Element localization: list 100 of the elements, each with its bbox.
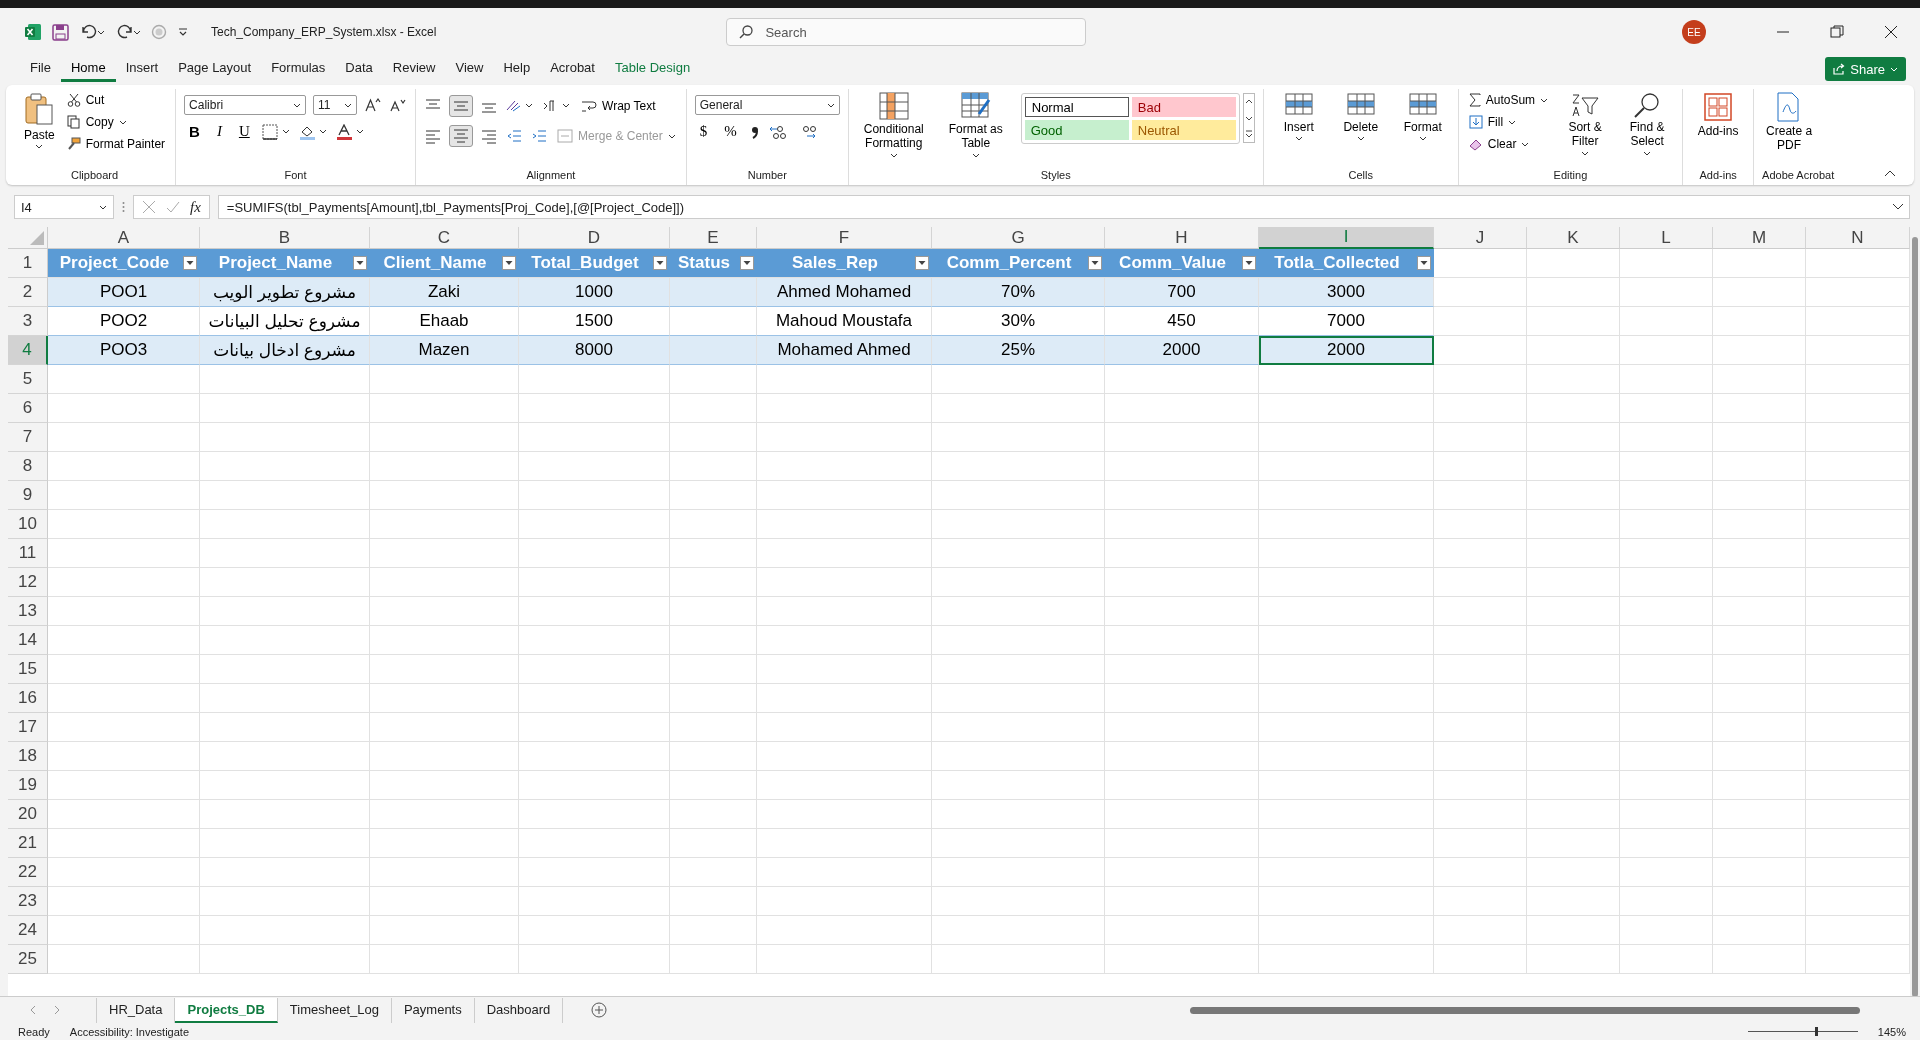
cut-button[interactable]: Cut — [64, 91, 168, 109]
empty-cell[interactable] — [1527, 278, 1620, 307]
expand-formula-icon[interactable] — [1892, 203, 1904, 211]
empty-cell[interactable] — [757, 568, 932, 597]
empty-cell[interactable] — [1713, 365, 1806, 394]
empty-cell[interactable] — [519, 510, 670, 539]
drag-handle-icon[interactable] — [122, 201, 125, 213]
empty-cell[interactable] — [200, 713, 370, 742]
empty-cell[interactable] — [932, 626, 1105, 655]
ribbon-tab[interactable]: Home — [60, 56, 116, 82]
empty-cell[interactable] — [519, 887, 670, 916]
sheet-tab[interactable]: Payments — [391, 997, 475, 1023]
align-left-icon[interactable] — [424, 128, 443, 144]
empty-cell[interactable] — [1434, 539, 1527, 568]
empty-cell[interactable] — [519, 655, 670, 684]
ribbon-tab[interactable]: File — [20, 56, 61, 82]
empty-cell[interactable] — [1434, 510, 1527, 539]
column-header[interactable]: F — [757, 227, 932, 249]
empty-cell[interactable] — [1259, 539, 1434, 568]
increase-indent-icon[interactable] — [530, 128, 549, 144]
empty-cell[interactable] — [670, 423, 757, 452]
empty-cell[interactable] — [1259, 394, 1434, 423]
empty-cell[interactable] — [1527, 307, 1620, 336]
empty-cell[interactable] — [757, 481, 932, 510]
empty-cell[interactable] — [1527, 510, 1620, 539]
empty-cell[interactable] — [200, 394, 370, 423]
empty-cell[interactable] — [1527, 713, 1620, 742]
table-cell[interactable]: 1000 — [519, 278, 670, 307]
empty-cell[interactable] — [1527, 742, 1620, 771]
empty-cell[interactable] — [1620, 858, 1713, 887]
empty-cell[interactable] — [1259, 800, 1434, 829]
cells-button[interactable]: Insert — [1271, 89, 1326, 145]
cell-style-swatch[interactable]: Normal — [1024, 97, 1129, 117]
align-right-icon[interactable] — [480, 128, 499, 144]
row-header[interactable]: 8 — [8, 452, 48, 481]
italic-button[interactable]: I — [211, 123, 227, 140]
empty-cell[interactable] — [1620, 336, 1713, 365]
filter-dropdown-icon[interactable] — [353, 256, 367, 270]
empty-cell[interactable] — [670, 829, 757, 858]
empty-cell[interactable] — [200, 684, 370, 713]
empty-cell[interactable] — [932, 481, 1105, 510]
empty-cell[interactable] — [1259, 423, 1434, 452]
empty-cell[interactable] — [932, 916, 1105, 945]
empty-cell[interactable] — [757, 452, 932, 481]
restore-icon[interactable] — [1830, 25, 1844, 39]
empty-cell[interactable] — [1713, 945, 1806, 974]
empty-cell[interactable] — [1105, 539, 1259, 568]
empty-cell[interactable] — [1527, 887, 1620, 916]
empty-cell[interactable] — [370, 887, 519, 916]
empty-cell[interactable] — [670, 771, 757, 800]
empty-cell[interactable] — [1713, 452, 1806, 481]
empty-cell[interactable] — [200, 626, 370, 655]
column-header[interactable]: C — [370, 227, 519, 249]
empty-cell[interactable] — [519, 858, 670, 887]
filter-dropdown-icon[interactable] — [502, 256, 516, 270]
add-ins-button[interactable]: Add-ins — [1691, 89, 1746, 142]
empty-cell[interactable] — [670, 568, 757, 597]
empty-cell[interactable] — [757, 597, 932, 626]
empty-cell[interactable] — [670, 713, 757, 742]
row-header[interactable]: 12 — [8, 568, 48, 597]
empty-cell[interactable] — [200, 945, 370, 974]
cancel-icon[interactable] — [142, 200, 156, 214]
empty-cell[interactable] — [200, 597, 370, 626]
empty-cell[interactable] — [757, 626, 932, 655]
share-button[interactable]: Share — [1825, 57, 1906, 81]
row-header[interactable]: 17 — [8, 713, 48, 742]
empty-cell[interactable] — [932, 365, 1105, 394]
empty-cell[interactable] — [1713, 539, 1806, 568]
empty-cell[interactable] — [200, 858, 370, 887]
row-header[interactable]: 19 — [8, 771, 48, 800]
empty-cell[interactable] — [1434, 452, 1527, 481]
empty-cell[interactable] — [519, 365, 670, 394]
empty-cell[interactable] — [1713, 800, 1806, 829]
empty-cell[interactable] — [1713, 713, 1806, 742]
empty-cell[interactable] — [932, 771, 1105, 800]
empty-cell[interactable] — [1105, 684, 1259, 713]
empty-cell[interactable] — [1620, 452, 1713, 481]
empty-cell[interactable] — [1620, 539, 1713, 568]
row-header[interactable]: 4 — [8, 336, 48, 365]
ribbon-tab[interactable]: Acrobat — [540, 56, 605, 82]
column-header[interactable]: M — [1713, 227, 1806, 249]
column-header[interactable]: H — [1105, 227, 1259, 249]
table-cell[interactable]: 3000 — [1259, 278, 1434, 307]
empty-cell[interactable] — [1434, 307, 1527, 336]
number-format-dropdown[interactable]: General — [694, 95, 840, 115]
empty-cell[interactable] — [1105, 713, 1259, 742]
empty-cell[interactable] — [1527, 249, 1620, 278]
empty-cell[interactable] — [1105, 481, 1259, 510]
empty-cell[interactable] — [1105, 771, 1259, 800]
empty-cell[interactable] — [370, 829, 519, 858]
table-cell[interactable]: مشروع ادخال بيانات — [200, 336, 370, 365]
paste-button[interactable]: Paste — [22, 89, 57, 153]
empty-cell[interactable] — [370, 945, 519, 974]
empty-cell[interactable] — [1713, 394, 1806, 423]
empty-cell[interactable] — [1620, 684, 1713, 713]
empty-cell[interactable] — [1620, 626, 1713, 655]
empty-cell[interactable] — [757, 800, 932, 829]
empty-cell[interactable] — [932, 539, 1105, 568]
empty-cell[interactable] — [519, 684, 670, 713]
empty-cell[interactable] — [757, 858, 932, 887]
